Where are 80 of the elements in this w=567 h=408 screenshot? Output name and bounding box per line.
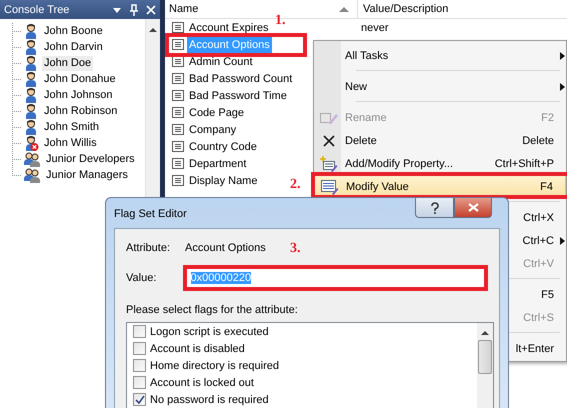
add-property-icon bbox=[320, 156, 338, 172]
value-label: Value: bbox=[126, 272, 158, 284]
checkbox[interactable] bbox=[133, 359, 146, 372]
user-icon bbox=[23, 119, 39, 135]
scroll-thumb[interactable] bbox=[478, 340, 492, 374]
group-icon bbox=[23, 151, 41, 167]
delete-icon bbox=[323, 134, 335, 146]
attribute-icon bbox=[172, 22, 184, 33]
attribute-icon bbox=[172, 124, 184, 135]
close-icon bbox=[468, 203, 478, 212]
scroll-up-icon[interactable] bbox=[149, 27, 157, 33]
step-number: 2. bbox=[290, 177, 300, 193]
pane-title: Console Tree bbox=[4, 4, 70, 16]
help-icon bbox=[430, 202, 440, 214]
flag-label: Account is locked out bbox=[150, 376, 254, 388]
menu-item[interactable]: New bbox=[314, 75, 566, 98]
flag-label: Logon script is executed bbox=[150, 326, 269, 338]
attribute-icon bbox=[172, 158, 184, 169]
close-icon[interactable] bbox=[146, 4, 156, 14]
attribute-icon bbox=[172, 90, 184, 101]
user-icon bbox=[23, 55, 39, 71]
step-number: 3. bbox=[290, 241, 300, 257]
attribute-name[interactable]: Display Name bbox=[187, 172, 260, 188]
tree-item[interactable]: Junior Managers bbox=[44, 168, 130, 182]
user-icon bbox=[23, 39, 39, 55]
tree-item[interactable]: Junior Developers bbox=[44, 152, 137, 166]
scroll-up-icon bbox=[481, 330, 489, 335]
attribute-name[interactable]: Department bbox=[187, 156, 248, 172]
attribute-icon bbox=[172, 141, 184, 152]
attribute-icon bbox=[172, 107, 184, 118]
flag-label: Home directory is required bbox=[150, 360, 279, 372]
tree-item[interactable]: John Boone bbox=[42, 24, 105, 38]
attribute-name[interactable]: Company bbox=[187, 122, 238, 138]
tree-item[interactable]: John Doe bbox=[42, 56, 94, 70]
help-button[interactable] bbox=[415, 198, 454, 218]
sort-icon bbox=[339, 6, 349, 12]
flag-label: Account is disabled bbox=[150, 342, 245, 354]
user-icon bbox=[23, 23, 39, 39]
flag-label: No password is required bbox=[150, 394, 269, 406]
tree-item[interactable]: John Johnson bbox=[42, 88, 114, 102]
edit-list-icon bbox=[321, 178, 339, 194]
checkbox[interactable] bbox=[133, 342, 146, 355]
attribute-icon bbox=[172, 175, 184, 186]
pin-icon[interactable] bbox=[129, 4, 139, 16]
tree-item[interactable]: John Willis bbox=[42, 136, 99, 150]
menu-item[interactable]: Add/Modify Property... Ctrl+Shift+P bbox=[314, 152, 566, 175]
menu-item[interactable]: Ctrl+C bbox=[314, 229, 566, 252]
tree-item[interactable]: John Robinson bbox=[42, 104, 120, 118]
dialog-title: Flag Set Editor bbox=[114, 207, 187, 220]
attribute-name[interactable]: Code Page bbox=[187, 104, 246, 120]
menu-item[interactable]: Delete Delete bbox=[314, 129, 566, 152]
attribute-label: Attribute: bbox=[126, 242, 172, 254]
close-button[interactable] bbox=[454, 198, 492, 218]
menu-item[interactable]: All Tasks bbox=[314, 44, 566, 67]
tree-item[interactable]: John Donahue bbox=[42, 72, 118, 86]
attribute-name[interactable]: Country Code bbox=[187, 138, 259, 154]
attribute-name[interactable]: Bad Password Count bbox=[187, 70, 294, 86]
attribute-icon bbox=[172, 56, 184, 67]
group-icon bbox=[23, 167, 41, 183]
rename-icon bbox=[320, 110, 338, 124]
tree-item[interactable]: John Darvin bbox=[42, 40, 105, 54]
user-icon bbox=[23, 71, 39, 87]
user-icon bbox=[23, 87, 39, 103]
checkbox[interactable] bbox=[133, 393, 146, 406]
attribute-name[interactable]: Admin Count bbox=[187, 54, 255, 70]
attribute-name[interactable]: Account Expires bbox=[187, 20, 270, 36]
attribute-icon bbox=[172, 73, 184, 84]
user-icon bbox=[23, 103, 39, 119]
attribute-value: never bbox=[360, 22, 389, 34]
attribute-value: Account Options bbox=[185, 242, 266, 254]
checkbox[interactable] bbox=[133, 376, 146, 389]
tree-item[interactable]: John Smith bbox=[42, 120, 102, 134]
checkbox[interactable] bbox=[133, 325, 146, 338]
scrollbar[interactable] bbox=[477, 323, 493, 408]
flags-prompt: Please select flags for the attribute: bbox=[126, 304, 299, 316]
attribute-name[interactable]: Bad Password Time bbox=[187, 88, 289, 104]
check-icon bbox=[134, 394, 144, 404]
user-icon bbox=[23, 135, 39, 151]
column-header[interactable]: Value/Description bbox=[358, 0, 448, 18]
attribute-icon bbox=[172, 39, 184, 50]
